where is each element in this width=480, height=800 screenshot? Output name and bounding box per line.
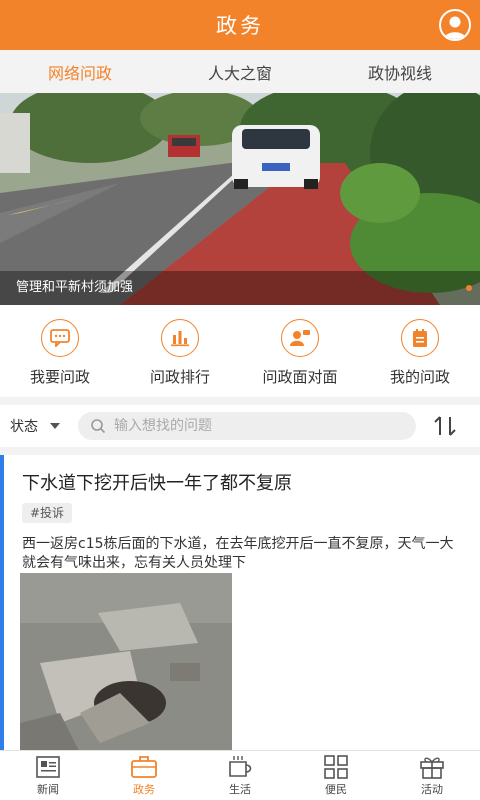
nav-news[interactable]: 新闻 bbox=[0, 751, 96, 800]
quick-label: 问政排行 bbox=[149, 368, 210, 386]
nav-activities[interactable]: 活动 bbox=[384, 751, 480, 800]
nav-label: 活动 bbox=[421, 783, 443, 796]
user-avatar-icon[interactable] bbox=[439, 9, 471, 41]
tab-npc-window[interactable]: 人大之窗 bbox=[160, 50, 320, 93]
notepad-icon bbox=[401, 319, 439, 357]
quick-ask-inquiry[interactable]: 我要问政 bbox=[0, 305, 120, 397]
sort-toggle-icon[interactable] bbox=[432, 413, 458, 439]
search-icon bbox=[91, 419, 106, 434]
status-dropdown[interactable]: 状态 bbox=[0, 416, 78, 436]
quick-entry-row: 我要问政 问政排行 问政面对面 我的问政 bbox=[0, 305, 480, 397]
grid-icon bbox=[324, 755, 348, 779]
nav-label: 政务 bbox=[133, 783, 155, 796]
inquiry-post-card[interactable]: 下水道下挖开后快一年了都不复原 #投诉 西一返房c15栋后面的下水道，在去年底挖… bbox=[0, 455, 480, 750]
bar-chart-icon bbox=[161, 319, 199, 357]
quick-label: 问政面对面 bbox=[262, 368, 338, 386]
section-divider bbox=[0, 447, 480, 455]
nav-life[interactable]: 生活 bbox=[192, 751, 288, 800]
post-title: 下水道下挖开后快一年了都不复原 bbox=[22, 473, 292, 494]
cup-icon bbox=[229, 756, 252, 777]
tab-cppcc-view[interactable]: 政协视线 bbox=[320, 50, 480, 93]
search-input[interactable] bbox=[114, 418, 394, 434]
quick-label: 我要问政 bbox=[29, 368, 90, 386]
quick-label: 我的问政 bbox=[389, 368, 450, 386]
top-bar: 政务 bbox=[0, 0, 480, 50]
filter-bar: 状态 bbox=[0, 405, 480, 447]
post-tag[interactable]: #投诉 bbox=[22, 503, 73, 523]
bottom-nav-bar: 新闻 政务 生活 便民 活动 bbox=[0, 750, 480, 800]
newspaper-icon bbox=[36, 756, 60, 778]
tab-network-inquiry[interactable]: 网络问政 bbox=[0, 50, 160, 93]
carousel-indicator bbox=[466, 285, 472, 291]
briefcase-icon bbox=[131, 756, 157, 778]
chat-bubble-icon bbox=[41, 319, 79, 357]
caret-down-icon bbox=[50, 423, 60, 429]
banner-carousel[interactable]: 管理和平新村须加强 bbox=[0, 93, 480, 305]
gift-icon bbox=[420, 757, 444, 779]
people-talk-icon bbox=[281, 319, 319, 357]
nav-label: 便民 bbox=[325, 783, 347, 796]
app-screen: 政务 网络问政 人大之窗 政协视线 管理和平新村须加强 我要问政 问政排行 问政… bbox=[0, 0, 480, 800]
search-box[interactable] bbox=[78, 412, 416, 440]
nav-label: 生活 bbox=[229, 783, 251, 796]
post-accent-bar bbox=[0, 455, 4, 750]
quick-my-inquiry[interactable]: 我的问政 bbox=[360, 305, 480, 397]
nav-convenience[interactable]: 便民 bbox=[288, 751, 384, 800]
status-label: 状态 bbox=[10, 419, 38, 435]
section-tabs: 网络问政 人大之窗 政协视线 bbox=[0, 50, 480, 93]
post-photo[interactable] bbox=[20, 573, 232, 750]
nav-label: 新闻 bbox=[37, 783, 59, 796]
quick-face-to-face[interactable]: 问政面对面 bbox=[240, 305, 360, 397]
section-divider bbox=[0, 397, 480, 405]
quick-inquiry-ranking[interactable]: 问政排行 bbox=[120, 305, 240, 397]
post-body: 西一返房c15栋后面的下水道，在去年底挖开后一直不复原，天气一大就会有气味出来，… bbox=[22, 536, 454, 571]
page-title: 政务 bbox=[216, 14, 264, 38]
nav-government[interactable]: 政务 bbox=[96, 751, 192, 800]
banner-caption: 管理和平新村须加强 bbox=[0, 271, 480, 305]
